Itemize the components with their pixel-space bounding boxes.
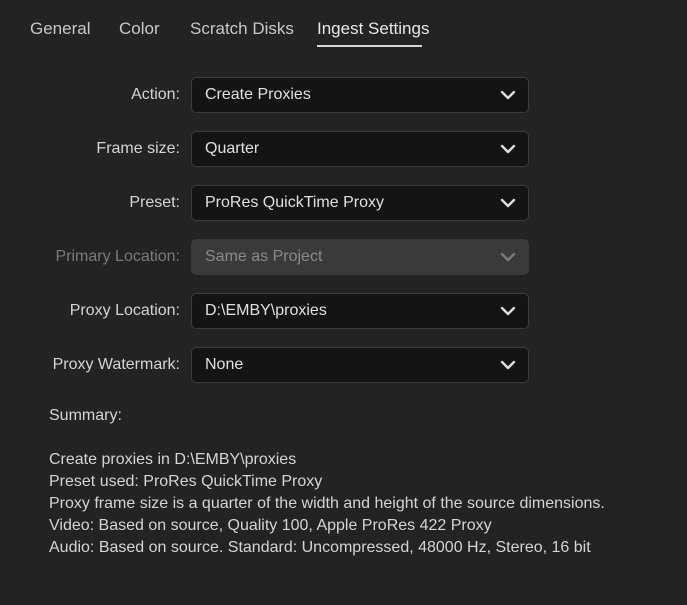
preset-value: ProRes QuickTime Proxy: [205, 194, 384, 211]
tab-bar: General Color Scratch Disks Ingest Setti…: [0, 0, 687, 50]
primary-location-row: Primary Location: Same as Project: [0, 239, 687, 275]
preset-dropdown[interactable]: ProRes QuickTime Proxy: [191, 185, 529, 221]
chevron-down-icon: [500, 144, 516, 154]
chevron-down-icon: [500, 90, 516, 100]
preset-label: Preset:: [129, 194, 180, 211]
proxy-watermark-value: None: [205, 356, 244, 373]
proxy-location-row: Proxy Location: D:\EMBY\proxies: [0, 293, 687, 329]
chevron-down-icon: [500, 198, 516, 208]
frame-size-value: Quarter: [205, 140, 260, 157]
summary-line: Create proxies in D:\EMBY\proxies: [49, 451, 297, 468]
frame-size-dropdown[interactable]: Quarter: [191, 131, 529, 167]
chevron-down-icon: [500, 360, 516, 370]
tab-scratch-disks[interactable]: Scratch Disks: [190, 18, 294, 40]
frame-size-row: Frame size: Quarter: [0, 131, 687, 167]
action-dropdown[interactable]: Create Proxies: [191, 77, 529, 113]
summary-line: Video: Based on source, Quality 100, App…: [49, 517, 492, 534]
summary-line: Preset used: ProRes QuickTime Proxy: [49, 473, 323, 490]
summary-line: Audio: Based on source. Standard: Uncomp…: [49, 539, 591, 556]
chevron-down-icon: [500, 252, 516, 262]
primary-location-dropdown: Same as Project: [191, 239, 529, 275]
action-label: Action:: [131, 86, 180, 103]
tab-general[interactable]: General: [30, 18, 90, 40]
preset-row: Preset: ProRes QuickTime Proxy: [0, 185, 687, 221]
tab-ingest-settings[interactable]: Ingest Settings: [317, 18, 429, 40]
action-value: Create Proxies: [205, 86, 311, 103]
proxy-watermark-dropdown[interactable]: None: [191, 347, 529, 383]
active-tab-indicator: [317, 45, 422, 47]
summary-line: Proxy frame size is a quarter of the wid…: [49, 495, 605, 512]
action-row: Action: Create Proxies: [0, 77, 687, 113]
proxy-watermark-row: Proxy Watermark: None: [0, 347, 687, 383]
proxy-watermark-label: Proxy Watermark:: [52, 356, 180, 373]
tab-color[interactable]: Color: [119, 18, 160, 40]
summary-heading: Summary:: [49, 405, 122, 427]
summary-details: Create proxies in D:\EMBY\proxies Preset…: [49, 449, 605, 559]
proxy-location-label: Proxy Location:: [69, 302, 180, 319]
frame-size-label: Frame size:: [96, 140, 180, 157]
proxy-location-dropdown[interactable]: D:\EMBY\proxies: [191, 293, 529, 329]
summary-heading-text: Summary:: [49, 407, 122, 424]
chevron-down-icon: [500, 306, 516, 316]
proxy-location-value: D:\EMBY\proxies: [205, 302, 327, 319]
primary-location-value: Same as Project: [205, 248, 323, 265]
primary-location-label: Primary Location:: [55, 248, 181, 265]
